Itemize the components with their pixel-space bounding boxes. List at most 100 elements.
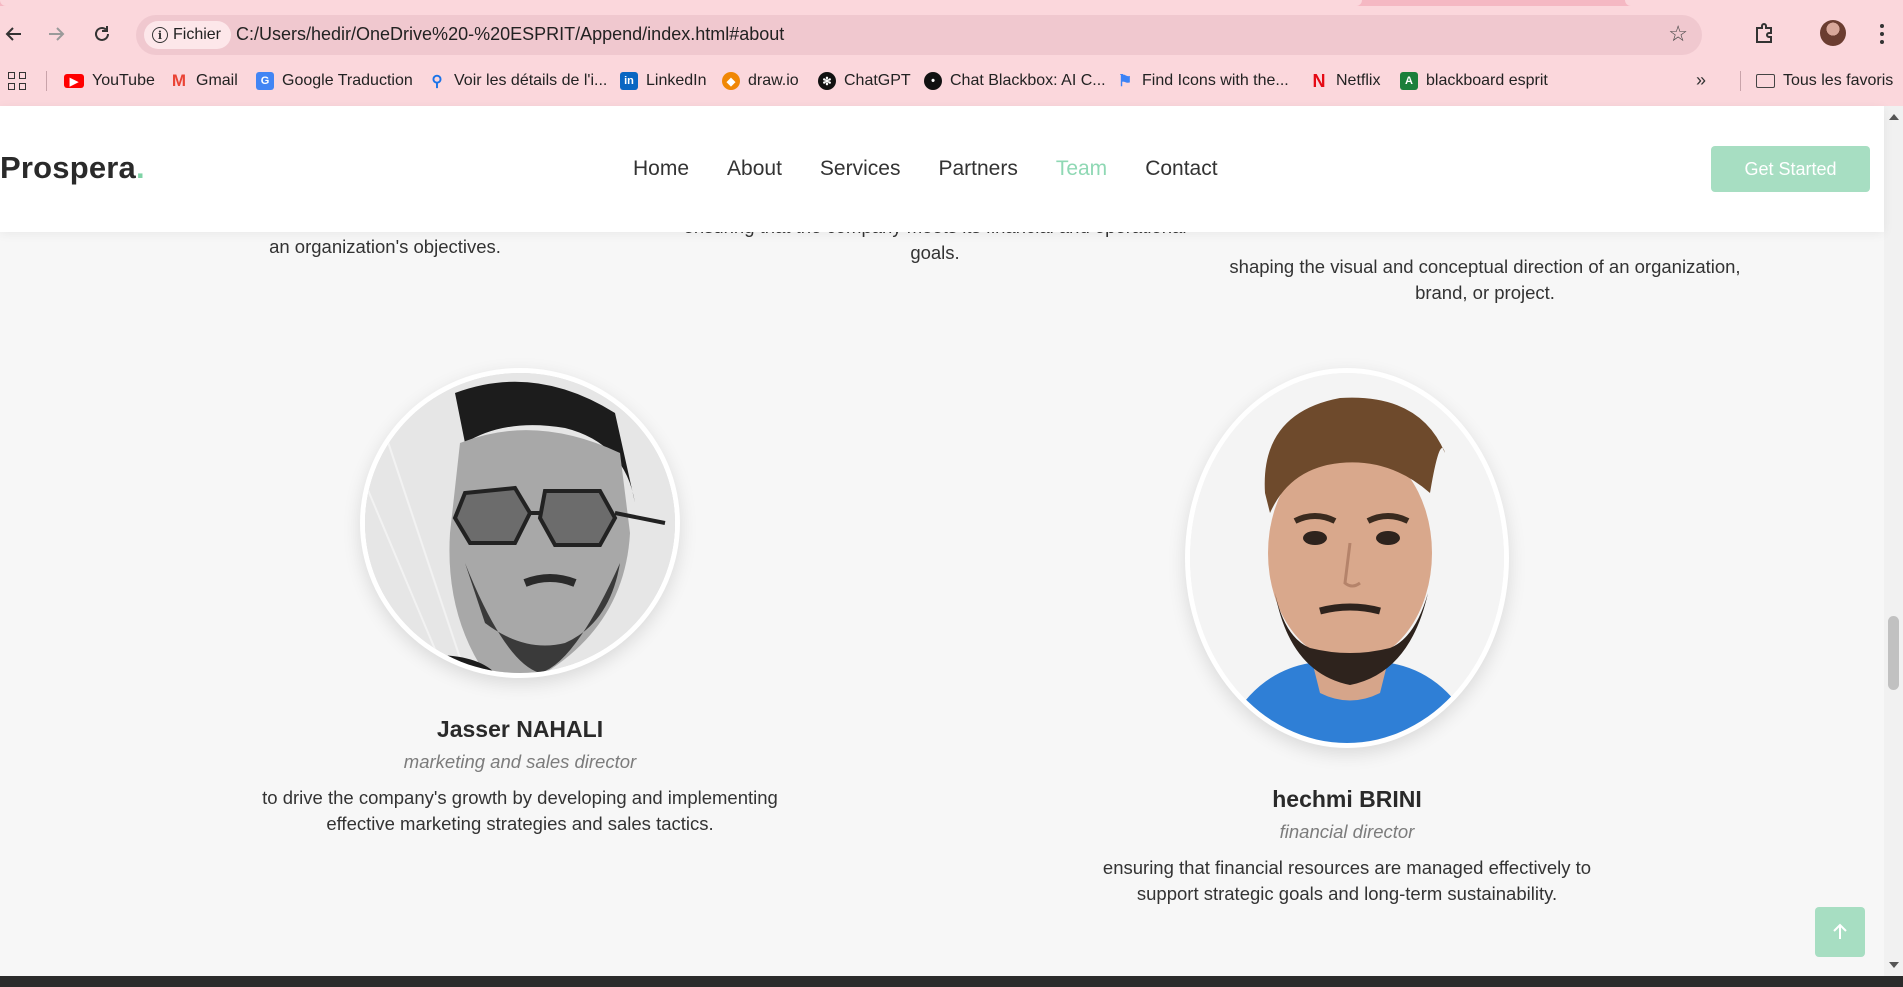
info-icon: i	[152, 27, 168, 43]
member-desc: ensuring that financial resources are ma…	[1047, 855, 1647, 907]
bookmark-google-traduction[interactable]: G Google Traduction	[256, 68, 413, 94]
person-portrait-icon	[1190, 373, 1504, 743]
bookmark-label: ChatGPT	[844, 72, 911, 89]
member-photo	[1185, 368, 1509, 748]
get-started-button[interactable]: Get Started	[1711, 146, 1870, 192]
forward-button[interactable]	[42, 20, 70, 48]
bookmark-gmail[interactable]: M Gmail	[170, 68, 238, 94]
scroll-down-arrow-icon[interactable]	[1889, 962, 1899, 968]
profile-avatar[interactable]	[1820, 20, 1846, 46]
scrollbar-thumb[interactable]	[1888, 616, 1899, 690]
person-portrait-icon	[365, 373, 675, 673]
browser-menu-button[interactable]	[1872, 20, 1892, 48]
bookmark-label: YouTube	[92, 72, 155, 89]
bookmark-label: blackboard esprit	[1426, 72, 1548, 89]
url-text[interactable]: C:/Users/hedir/OneDrive%20-%20ESPRIT/App…	[236, 24, 784, 45]
tab[interactable]	[1625, 0, 1903, 6]
bookmark-label: Google Traduction	[282, 72, 413, 89]
bookmark-blackboard-esprit[interactable]: A blackboard esprit	[1400, 68, 1548, 94]
site-info-chip[interactable]: i Fichier	[144, 21, 232, 49]
arrow-left-icon	[5, 27, 21, 41]
nav-partners[interactable]: Partners	[938, 157, 1017, 181]
tab-strip	[0, 0, 1903, 6]
arrow-right-icon	[49, 27, 65, 41]
google-translate-icon: G	[256, 72, 274, 90]
nav-team[interactable]: Team	[1056, 157, 1107, 181]
address-bar[interactable]: i Fichier C:/Users/hedir/OneDrive%20-%20…	[136, 15, 1702, 55]
reload-button[interactable]	[88, 20, 116, 48]
bookmark-star-icon[interactable]: ☆	[1668, 21, 1688, 47]
site-logo[interactable]: Prospera.	[0, 150, 145, 186]
desc-line: to drive the company's growth by develop…	[262, 787, 778, 808]
reload-icon	[95, 26, 109, 41]
extensions-button[interactable]	[1752, 20, 1780, 48]
bookmark-label: LinkedIn	[646, 72, 707, 89]
chatgpt-icon: ✻	[818, 72, 836, 90]
folder-icon	[1756, 74, 1775, 88]
drawio-icon: ◆	[722, 72, 740, 90]
bookmark-youtube[interactable]: ▶ YouTube	[64, 68, 155, 94]
member-role: marketing and sales director	[403, 751, 637, 772]
bookmark-netflix[interactable]: N Netflix	[1310, 68, 1381, 94]
bookmark-chatgpt[interactable]: ✻ ChatGPT	[818, 68, 911, 94]
nav-contact[interactable]: Contact	[1145, 157, 1217, 181]
bookmark-chat-blackbox[interactable]: • Chat Blackbox: AI C...	[924, 68, 1106, 94]
logo-text: Prospera	[0, 150, 136, 185]
puzzle-icon	[1756, 23, 1772, 43]
site-info-label: Fichier	[173, 26, 222, 43]
bookmark-label: Voir les détails de l'i...	[454, 72, 608, 89]
bookmark-label: draw.io	[748, 72, 799, 89]
scroll-up-arrow-icon[interactable]	[1889, 114, 1899, 120]
active-tab[interactable]	[0, 0, 1362, 6]
divider	[1740, 71, 1741, 91]
nav-services[interactable]: Services	[820, 157, 901, 181]
gmail-icon: M	[171, 71, 187, 90]
linkedin-icon: in	[620, 72, 638, 90]
desc-line: effective marketing strategies and sales…	[326, 813, 714, 834]
bookmark-label: Netflix	[1336, 72, 1381, 89]
bookmark-label: Gmail	[196, 72, 238, 89]
nav-about[interactable]: About	[727, 157, 782, 181]
bookmarks-bar: ▶ YouTube M Gmail G Google Traduction ⚲ …	[0, 64, 1903, 98]
all-bookmarks-button[interactable]: Tous les favoris	[1756, 68, 1893, 94]
blackbox-icon: •	[924, 72, 942, 90]
member-role: financial director	[1279, 821, 1415, 842]
member-name: hechmi BRINI	[1272, 786, 1422, 812]
divider	[46, 71, 47, 91]
member-name: Jasser NAHALI	[436, 716, 604, 742]
desc-line: brand, or project.	[1415, 282, 1555, 303]
site-header: Prospera. Home About Services Partners T…	[0, 106, 1884, 232]
main-nav: Home About Services Partners Team Contac…	[633, 157, 1218, 181]
desc-line: goals.	[910, 242, 960, 263]
logo-dot: .	[136, 150, 145, 185]
desc-line: support strategic goals and long-term su…	[1136, 883, 1558, 904]
back-to-top-button[interactable]	[1815, 907, 1865, 957]
page-scrollbar[interactable]	[1884, 106, 1903, 976]
member-desc: to drive the company's growth by develop…	[220, 785, 820, 837]
bookmark-label: Find Icons with the...	[1142, 72, 1289, 89]
bookmark-drawio[interactable]: ◆ draw.io	[722, 68, 799, 94]
member-desc-clipped: shaping the visual and conceptual direct…	[1190, 254, 1780, 306]
team-member-card: hechmi BRINI financial director ensuring…	[1047, 368, 1647, 907]
apps-grid-icon[interactable]	[8, 72, 26, 90]
page-viewport: an organization's objectives. ensuring t…	[0, 106, 1884, 976]
netflix-icon: N	[1312, 70, 1326, 91]
bookmark-label: Chat Blackbox: AI C...	[950, 72, 1106, 89]
bookmark-label: Tous les favoris	[1783, 72, 1894, 89]
youtube-icon: ▶	[64, 74, 84, 88]
browser-chrome: i Fichier C:/Users/hedir/OneDrive%20-%20…	[0, 0, 1903, 106]
flag-icon: ⚑	[1117, 73, 1133, 90]
arrow-up-icon	[1833, 923, 1847, 939]
nav-home[interactable]: Home	[633, 157, 689, 181]
bookmark-find-icons[interactable]: ⚑ Find Icons with the...	[1116, 68, 1289, 94]
bookmark-voir-details[interactable]: ⚲ Voir les détails de l'i...	[428, 68, 608, 94]
member-photo	[360, 368, 680, 678]
team-member-card: Jasser NAHALI marketing and sales direct…	[220, 368, 820, 837]
more-bookmarks-chevron-icon[interactable]: »	[1696, 70, 1706, 91]
footer-edge	[0, 976, 1903, 987]
member-desc-clipped: an organization's objectives.	[269, 236, 501, 257]
bookmark-linkedin[interactable]: in LinkedIn	[620, 68, 707, 94]
desc-line: ensuring that financial resources are ma…	[1102, 857, 1592, 878]
back-button[interactable]	[0, 20, 28, 48]
desc-line: shaping the visual and conceptual direct…	[1229, 256, 1741, 277]
